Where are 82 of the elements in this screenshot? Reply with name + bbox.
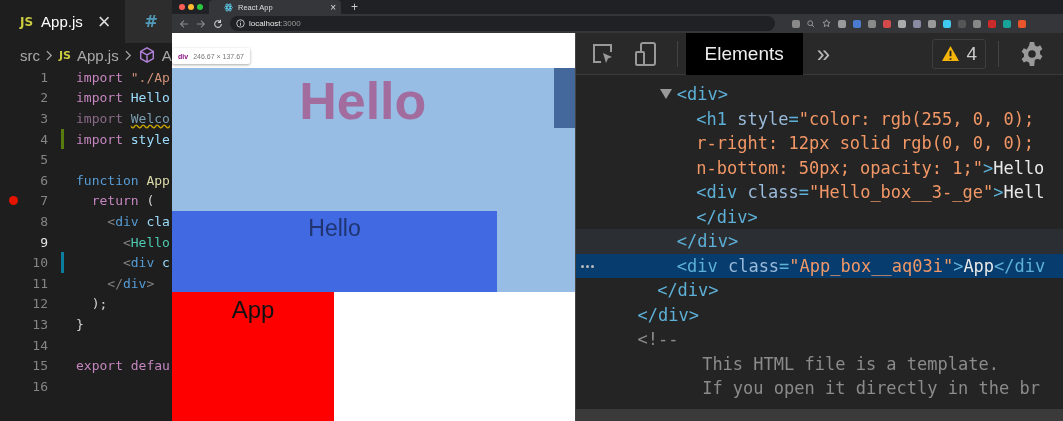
forward-icon[interactable] <box>196 18 206 29</box>
code-line: import style <box>76 131 170 147</box>
dom-node-line[interactable]: <h1 style="color: rgb(255, 0, 0); <box>696 108 1035 129</box>
elements-tab[interactable]: Elements <box>685 33 803 75</box>
line-number: 13 <box>31 316 48 332</box>
file-type-icon: JS <box>20 14 34 29</box>
breadcrumb-item[interactable]: src <box>20 46 40 64</box>
dom-node-line[interactable]: <div class="Hello_box__3-_ge">Hell <box>696 182 1045 203</box>
file-type-icon: # <box>144 12 158 31</box>
code-line: return ( <box>90 193 155 209</box>
chevron-icon <box>124 49 132 61</box>
line-number: 8 <box>39 213 48 229</box>
dom-node-line[interactable]: <!-- <box>637 329 679 350</box>
line-number: 9 <box>39 234 48 250</box>
chevron-icon <box>46 49 53 61</box>
translate-icon[interactable] <box>792 19 800 28</box>
maximize-icon[interactable] <box>197 4 203 10</box>
reload-icon[interactable] <box>213 18 223 29</box>
code-line: ); <box>90 296 108 312</box>
line-number: 2 <box>39 90 48 106</box>
hello-text: Hello <box>308 215 361 242</box>
star-icon[interactable] <box>822 19 831 28</box>
code-line: export defau <box>76 358 170 374</box>
cube-icon <box>137 46 156 64</box>
code-line: import Welco <box>76 111 170 126</box>
dom-node-line[interactable]: r-right: 12px solid rgb(0, 0, 0); <box>696 133 1035 154</box>
line-number: 1 <box>39 69 48 85</box>
app-text: App <box>231 296 275 324</box>
code-line: import Hello <box>76 90 170 106</box>
editor-tab[interactable]: # <box>124 0 172 43</box>
close-window-icon[interactable] <box>179 4 185 10</box>
dom-node-line[interactable]: <div> <box>676 84 728 105</box>
zoom-icon[interactable] <box>807 19 815 28</box>
dom-node-line[interactable]: </div> <box>696 206 758 227</box>
line-number: 7 <box>39 193 48 209</box>
code-line: </div> <box>106 275 155 291</box>
device-icon[interactable] <box>633 40 658 67</box>
code-line: } <box>76 316 84 332</box>
dom-node-line[interactable]: </div> <box>676 231 739 252</box>
code-line: <div c <box>121 255 170 271</box>
more-tabs-button[interactable]: » <box>816 39 831 68</box>
line-number: 6 <box>39 172 48 188</box>
inspect-icon[interactable] <box>590 41 615 66</box>
line-number: 11 <box>31 275 48 291</box>
warning-icon <box>941 45 961 62</box>
code-line: function App <box>76 172 170 188</box>
dom-node-line[interactable]: </div> <box>657 280 719 301</box>
back-icon[interactable] <box>179 18 189 29</box>
dom-node-line[interactable]: If you open it directly in the br <box>657 378 1040 399</box>
dom-node-line[interactable]: </div> <box>637 304 699 325</box>
line-number: 10 <box>31 255 48 271</box>
line-number: 14 <box>31 337 48 353</box>
more-icon[interactable] <box>580 264 594 268</box>
settings-icon[interactable] <box>1019 40 1045 67</box>
code-line: <Hello <box>121 234 170 250</box>
close-icon[interactable]: × <box>330 1 336 13</box>
line-number: 16 <box>31 378 48 394</box>
breakpoint-dot[interactable] <box>8 196 18 206</box>
line-number: 4 <box>39 131 48 147</box>
line-number: 3 <box>39 111 48 126</box>
border-highlight <box>553 68 575 128</box>
address-field[interactable]: localhost:3000 <box>230 16 775 31</box>
dom-node-line[interactable]: n-bottom: 50px; opacity: 1;">Hello <box>696 157 1045 178</box>
horizontal-scrollbar[interactable] <box>575 409 1063 421</box>
breadcrumb-item[interactable]: A <box>161 46 172 64</box>
line-number: 12 <box>31 296 48 312</box>
dom-node-line[interactable]: This HTML file is a template. <box>657 353 999 374</box>
line-number: 15 <box>31 358 48 374</box>
info-icon <box>236 19 245 28</box>
close-icon[interactable]: × <box>97 8 111 35</box>
code-line: <div cla <box>106 213 170 229</box>
file-type-icon: JS <box>59 48 71 62</box>
editor-tab[interactable]: JS App.js × <box>0 0 125 43</box>
expand-triangle[interactable] <box>659 89 672 100</box>
code-line: import "./Ap <box>76 69 170 85</box>
atom-icon <box>224 2 233 12</box>
breadcrumb-item[interactable]: App.js <box>77 46 119 64</box>
minimize-icon[interactable] <box>188 4 194 10</box>
line-number: 5 <box>39 152 48 168</box>
hello-heading: Hello <box>298 71 428 128</box>
warning-count-badge[interactable]: 4 <box>932 38 986 69</box>
new-tab-button[interactable]: + <box>351 2 358 12</box>
